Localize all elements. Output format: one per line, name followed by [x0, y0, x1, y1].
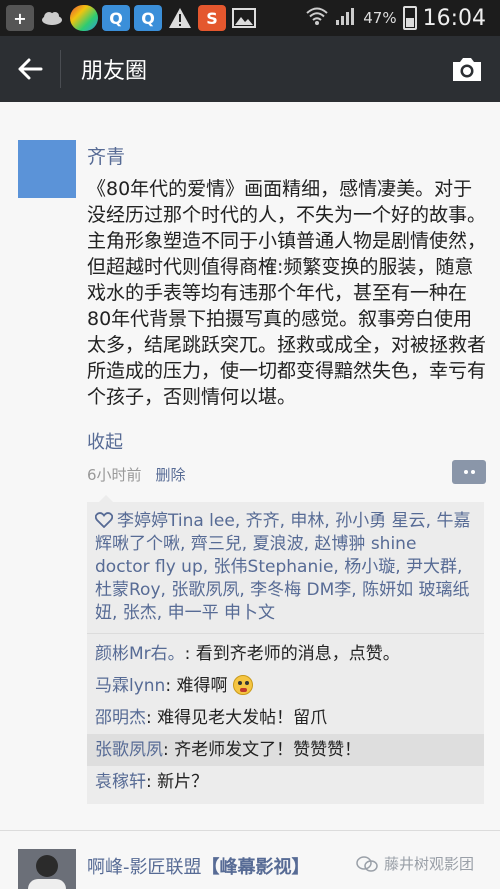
- avatar[interactable]: [18, 140, 76, 198]
- back-arrow-icon: [18, 58, 43, 80]
- heart-icon: [95, 512, 113, 528]
- battery-percent: 47%: [363, 9, 397, 27]
- camera-icon: [453, 58, 481, 81]
- comment-text: : 新片？: [146, 772, 209, 792]
- image-icon: [230, 5, 258, 31]
- likes-names[interactable]: 李婷婷Tina lee, 齐齐, 申林, 孙小勇 星云, 牛嘉辉啾了个啾, 齊三…: [95, 511, 470, 623]
- post-time: 6小时前: [87, 466, 142, 484]
- clock: 16:04: [422, 5, 486, 31]
- comment-author[interactable]: 马霖lynn: [95, 676, 165, 696]
- post-author[interactable]: 齐青: [87, 142, 125, 169]
- s-app-icon: S: [198, 5, 226, 31]
- surprised-emoji-icon: [232, 675, 253, 695]
- wifi-icon: [305, 6, 329, 30]
- watermark: 藤井树观影团: [356, 853, 474, 874]
- delete-link[interactable]: 删除: [156, 464, 186, 485]
- warning-icon: [166, 5, 194, 31]
- comment-author[interactable]: 邵明杰: [95, 708, 146, 728]
- author-name[interactable]: 啊峰-影匠联盟: [87, 857, 202, 878]
- watermark-logo-icon: [356, 855, 378, 872]
- comment-text: : 难得见老大发帖！留爪: [146, 708, 328, 728]
- comment-author[interactable]: 张歌夙夙: [95, 740, 163, 760]
- likes-list: 李婷婷Tina lee, 齐齐, 申林, 孙小勇 星云, 牛嘉辉啾了个啾, 齊三…: [87, 502, 484, 634]
- comment-item[interactable]: 颜彬Mr右。: 看到齐老师的消息，点赞。: [95, 638, 476, 670]
- battery-icon: [402, 6, 417, 30]
- likes-comments-panel: 李婷婷Tina lee, 齐齐, 申林, 孙小勇 星云, 牛嘉辉啾了个啾, 齊三…: [87, 495, 484, 804]
- moment-post: 齐青 《80年代的爱情》画面精细，感情凄美。对于没经历过那个时代的人，不失为一个…: [0, 102, 500, 830]
- comment-item[interactable]: 张歌夙夙: 齐老师发文了！赞赞赞！: [87, 734, 484, 766]
- author-tag: 【峰幕影视】: [201, 857, 310, 878]
- camera-button[interactable]: [434, 36, 500, 102]
- qq-icon: Q: [134, 5, 162, 31]
- status-bar: + Q Q S 47% 16:04: [0, 0, 500, 36]
- watermark-text: 藤井树观影团: [384, 855, 475, 873]
- comment-action-button[interactable]: [452, 460, 486, 484]
- comment-item[interactable]: 马霖lynn: 难得啊: [95, 670, 476, 702]
- title-bar: 朋友圈: [0, 36, 500, 102]
- comment-text: : 齐老师发文了！赞赞赞！: [163, 740, 362, 760]
- collapse-link[interactable]: 收起: [87, 428, 123, 454]
- signal-icon: [335, 6, 357, 30]
- comment-text: : 难得啊: [165, 676, 228, 696]
- moment-post-next: 啊峰-影匠联盟【峰幕影视】 藤井树观影团: [0, 831, 500, 889]
- avatar[interactable]: [18, 849, 76, 889]
- qq-icon: Q: [102, 5, 130, 31]
- comment-author[interactable]: 袁稼轩: [95, 772, 146, 792]
- comment-author[interactable]: 颜彬Mr右。: [95, 644, 185, 664]
- dot-icon: [470, 470, 475, 474]
- comments-list: 颜彬Mr右。: 看到齐老师的消息，点赞。 马霖lynn: 难得啊 邵明杰: 难得…: [87, 634, 484, 804]
- notification-icons: + Q Q S: [0, 5, 258, 31]
- cloud-icon: [38, 5, 66, 31]
- back-button[interactable]: [0, 36, 60, 102]
- post-content: 《80年代的爱情》画面精细，感情凄美。对于没经历过那个时代的人，不失为一个好的故…: [87, 178, 487, 408]
- post-author[interactable]: 啊峰-影匠联盟【峰幕影视】: [87, 853, 310, 879]
- color-app-icon: [70, 5, 98, 31]
- plus-icon: +: [6, 5, 34, 31]
- page-title: 朋友圈: [81, 59, 148, 84]
- comment-item[interactable]: 袁稼轩: 新片？: [95, 766, 476, 798]
- comment-text: : 看到齐老师的消息，点赞。: [184, 644, 400, 664]
- dot-icon: [463, 470, 468, 474]
- comment-item[interactable]: 邵明杰: 难得见老大发帖！留爪: [95, 702, 476, 734]
- post-meta: 6小时前 删除: [87, 464, 186, 485]
